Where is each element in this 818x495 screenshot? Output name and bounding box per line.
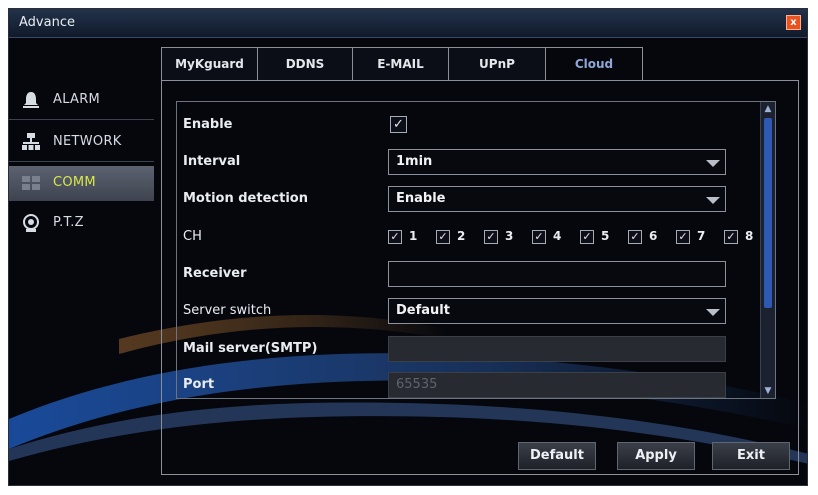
enable-checkbox[interactable]: ✓ bbox=[390, 116, 407, 133]
channel-number: 5 bbox=[601, 229, 610, 243]
tab-email[interactable]: E-MAIL bbox=[352, 47, 449, 80]
bell-icon bbox=[23, 92, 39, 108]
cloud-panel: Enable ✓ Interval 1min Motion detection … bbox=[161, 80, 799, 475]
port-value: 65535 bbox=[396, 377, 438, 392]
channel-checkbox[interactable]: ✓ bbox=[484, 230, 498, 244]
tab-label: Cloud bbox=[574, 57, 614, 71]
enable-row: Enable ✓ bbox=[177, 110, 757, 140]
motion-row: Motion detection Enable bbox=[177, 184, 757, 214]
interval-row: Interval 1min bbox=[177, 147, 757, 177]
channel-checkbox[interactable]: ✓ bbox=[580, 230, 594, 244]
channel-checkbox[interactable]: ✓ bbox=[388, 230, 402, 244]
channel-number: 6 bbox=[649, 229, 658, 243]
motion-detection-value: Enable bbox=[396, 191, 446, 206]
receiver-row: Receiver bbox=[177, 259, 757, 289]
sidebar-item-comm[interactable]: COMM bbox=[9, 166, 154, 201]
button-label: Exit bbox=[737, 448, 765, 463]
ch-row: CH ✓ 1 ✓ 2 ✓ 3 ✓ 4 ✓ 5 ✓ 6 ✓ 7 ✓ 8 bbox=[177, 222, 757, 252]
channel-checkbox[interactable]: ✓ bbox=[676, 230, 690, 244]
channel-checkbox[interactable]: ✓ bbox=[628, 230, 642, 244]
tab-label: E-MAIL bbox=[377, 57, 424, 71]
window-title: Advance bbox=[19, 15, 75, 30]
motion-detection-select[interactable]: Enable bbox=[388, 186, 726, 212]
scroll-up-icon[interactable]: ▲ bbox=[763, 104, 773, 114]
server-switch-select[interactable]: Default bbox=[388, 298, 726, 324]
tab-upnp[interactable]: UPnP bbox=[448, 47, 546, 80]
channel-1[interactable]: ✓ 1 bbox=[388, 229, 437, 245]
channel-6[interactable]: ✓ 6 bbox=[628, 229, 677, 245]
server-switch-label: Server switch bbox=[183, 303, 272, 318]
channel-checkbox[interactable]: ✓ bbox=[532, 230, 546, 244]
advance-window: Advance x ALARM NETWORK COMM P.T.Z MyKgu… bbox=[8, 8, 808, 486]
scroll-down-icon[interactable]: ▼ bbox=[763, 386, 773, 396]
channel-number: 8 bbox=[745, 229, 754, 243]
tab-cloud[interactable]: Cloud bbox=[545, 47, 643, 81]
channel-checkbox[interactable]: ✓ bbox=[436, 230, 450, 244]
sidebar-item-label: COMM bbox=[53, 175, 96, 190]
receiver-input[interactable] bbox=[388, 261, 726, 287]
sidebar-item-label: NETWORK bbox=[53, 134, 122, 149]
chevron-down-icon bbox=[706, 197, 720, 204]
port-label: Port bbox=[183, 377, 215, 392]
scroll-thumb[interactable] bbox=[764, 118, 772, 308]
channel-7[interactable]: ✓ 7 bbox=[676, 229, 725, 245]
channel-number: 3 bbox=[505, 229, 514, 243]
settings-form: Enable ✓ Interval 1min Motion detection … bbox=[176, 101, 776, 399]
mail-server-row: Mail server(SMTP) bbox=[177, 334, 757, 364]
channel-5[interactable]: ✓ 5 bbox=[580, 229, 629, 245]
sidebar-item-network[interactable]: NETWORK bbox=[9, 123, 154, 162]
mail-server-label: Mail server(SMTP) bbox=[183, 341, 318, 356]
channel-2[interactable]: ✓ 2 bbox=[436, 229, 485, 245]
sidebar-item-ptz[interactable]: P.T.Z bbox=[9, 204, 154, 242]
port-row: Port 65535 bbox=[177, 370, 757, 400]
tab-label: DDNS bbox=[285, 57, 325, 71]
sidebar-item-alarm[interactable]: ALARM bbox=[9, 81, 154, 120]
tab-mykguard[interactable]: MyKguard bbox=[161, 47, 258, 80]
channel-number: 7 bbox=[697, 229, 706, 243]
channel-number: 1 bbox=[409, 229, 418, 243]
button-label: Apply bbox=[635, 448, 677, 463]
tab-label: UPnP bbox=[479, 57, 515, 71]
ch-label: CH bbox=[183, 229, 202, 244]
tab-label: MyKguard bbox=[175, 57, 244, 71]
sidebar: ALARM NETWORK COMM P.T.Z bbox=[9, 81, 154, 245]
network-icon bbox=[22, 133, 40, 150]
channel-number: 2 bbox=[457, 229, 466, 243]
server-switch-row: Server switch Default bbox=[177, 296, 757, 326]
title-bar: Advance x bbox=[9, 9, 807, 38]
apply-button[interactable]: Apply bbox=[617, 442, 695, 470]
channel-number: 4 bbox=[553, 229, 562, 243]
comm-icon bbox=[22, 176, 40, 190]
close-icon: x bbox=[790, 17, 797, 28]
port-input: 65535 bbox=[388, 372, 726, 398]
vertical-scrollbar[interactable]: ▲ ▼ bbox=[760, 102, 775, 398]
camera-icon bbox=[23, 214, 39, 232]
exit-button[interactable]: Exit bbox=[712, 442, 790, 470]
channel-3[interactable]: ✓ 3 bbox=[484, 229, 533, 245]
default-button[interactable]: Default bbox=[518, 442, 596, 470]
channel-checkbox[interactable]: ✓ bbox=[724, 230, 738, 244]
channel-4[interactable]: ✓ 4 bbox=[532, 229, 581, 245]
chevron-down-icon bbox=[706, 160, 720, 167]
server-switch-value: Default bbox=[396, 303, 450, 318]
receiver-label: Receiver bbox=[183, 266, 247, 281]
enable-label: Enable bbox=[183, 117, 233, 132]
interval-value: 1min bbox=[396, 154, 433, 169]
close-button[interactable]: x bbox=[786, 15, 801, 30]
tab-ddns[interactable]: DDNS bbox=[257, 47, 353, 80]
interval-label: Interval bbox=[183, 154, 241, 169]
mail-server-input bbox=[388, 336, 726, 362]
chevron-down-icon bbox=[706, 309, 720, 316]
sidebar-item-label: ALARM bbox=[53, 92, 101, 107]
sidebar-item-label: P.T.Z bbox=[53, 215, 84, 230]
motion-detection-label: Motion detection bbox=[183, 191, 308, 206]
interval-select[interactable]: 1min bbox=[388, 149, 726, 175]
button-label: Default bbox=[530, 448, 584, 463]
